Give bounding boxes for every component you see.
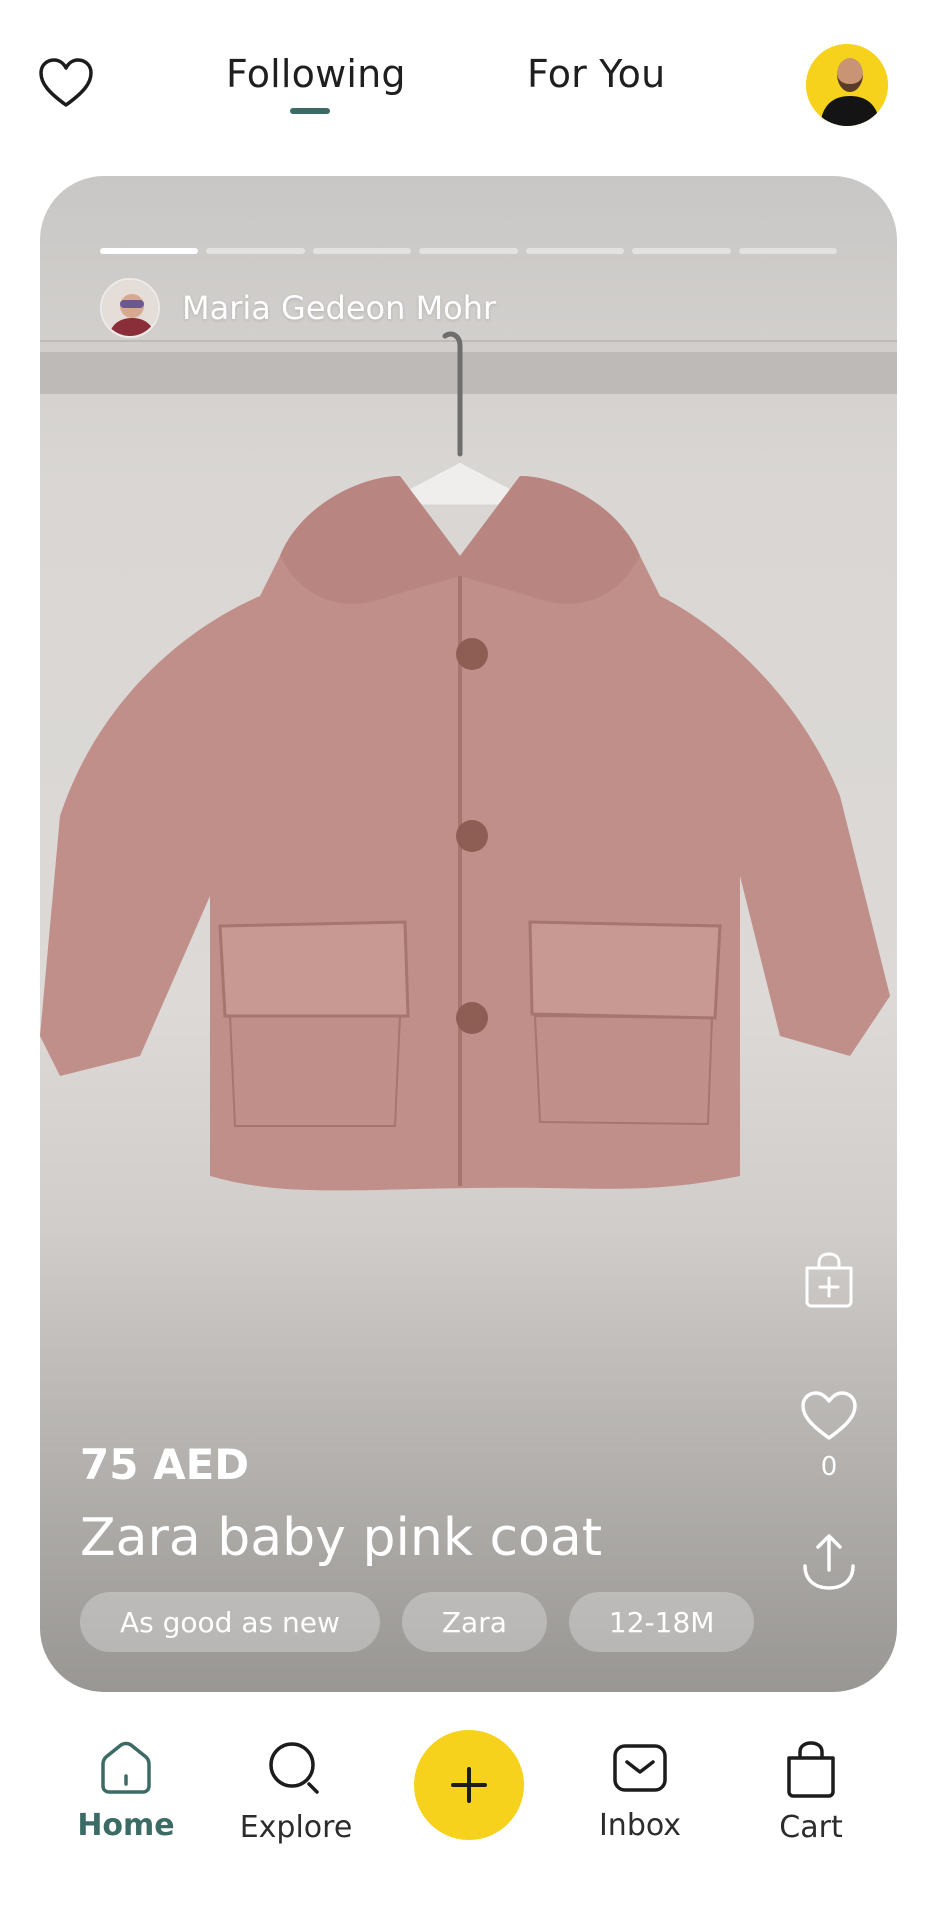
nav-explore-label: Explore bbox=[239, 1810, 353, 1845]
tag-brand[interactable]: Zara bbox=[401, 1592, 547, 1652]
product-card[interactable]: Maria Gedeon Mohr 0 75 AED Zara baby pin… bbox=[40, 176, 897, 1692]
tab-for-you[interactable]: For You bbox=[527, 52, 665, 96]
profile-photo bbox=[806, 44, 888, 126]
progress-segment bbox=[738, 248, 837, 254]
seller-name[interactable]: Maria Gedeon Mohr bbox=[182, 289, 496, 327]
seller-info[interactable]: Maria Gedeon Mohr bbox=[100, 276, 496, 340]
top-header: Following For You bbox=[0, 0, 938, 160]
add-listing-button[interactable] bbox=[414, 1730, 524, 1840]
progress-segment-active bbox=[100, 248, 199, 254]
nav-home-label: Home bbox=[77, 1808, 175, 1843]
progress-segment bbox=[525, 248, 625, 254]
plus-icon bbox=[451, 1767, 487, 1803]
product-title[interactable]: Zara baby pink coat bbox=[80, 1508, 602, 1568]
nav-cart-label: Cart bbox=[779, 1810, 843, 1845]
share-icon bbox=[803, 1534, 855, 1590]
active-tab-indicator bbox=[290, 108, 330, 114]
nav-inbox-label: Inbox bbox=[598, 1808, 682, 1843]
tag-size[interactable]: 12-18M bbox=[568, 1592, 755, 1652]
mail-icon bbox=[613, 1744, 667, 1792]
nav-explore[interactable]: Explore bbox=[226, 1740, 366, 1845]
add-to-bag-icon bbox=[805, 1252, 853, 1308]
favorites-heart-icon[interactable] bbox=[36, 54, 96, 114]
tag-condition[interactable]: As good as new bbox=[80, 1592, 380, 1652]
progress-segment bbox=[206, 248, 305, 254]
tab-following[interactable]: Following bbox=[226, 52, 406, 96]
bottom-nav: Home Explore Inbox Cart bbox=[0, 1716, 938, 1920]
story-progress bbox=[100, 248, 837, 254]
progress-segment bbox=[419, 248, 518, 254]
product-price: 75 AED bbox=[80, 1440, 250, 1489]
like-button[interactable]: 0 bbox=[797, 1390, 861, 1482]
profile-avatar[interactable] bbox=[806, 44, 888, 126]
nav-inbox[interactable]: Inbox bbox=[570, 1740, 710, 1843]
seller-avatar[interactable] bbox=[100, 278, 160, 338]
progress-segment bbox=[632, 248, 731, 254]
product-tags: As good as new Zara 12-18M bbox=[80, 1592, 755, 1652]
nav-home[interactable]: Home bbox=[56, 1740, 196, 1843]
progress-segment bbox=[312, 248, 412, 254]
add-to-bag-button[interactable] bbox=[797, 1252, 861, 1308]
nav-cart[interactable]: Cart bbox=[741, 1740, 881, 1845]
share-button[interactable] bbox=[797, 1532, 861, 1592]
like-count: 0 bbox=[820, 1452, 838, 1482]
heart-icon bbox=[801, 1391, 857, 1440]
home-icon bbox=[101, 1741, 151, 1794]
search-icon bbox=[269, 1742, 319, 1794]
shopping-bag-icon bbox=[787, 1741, 835, 1798]
